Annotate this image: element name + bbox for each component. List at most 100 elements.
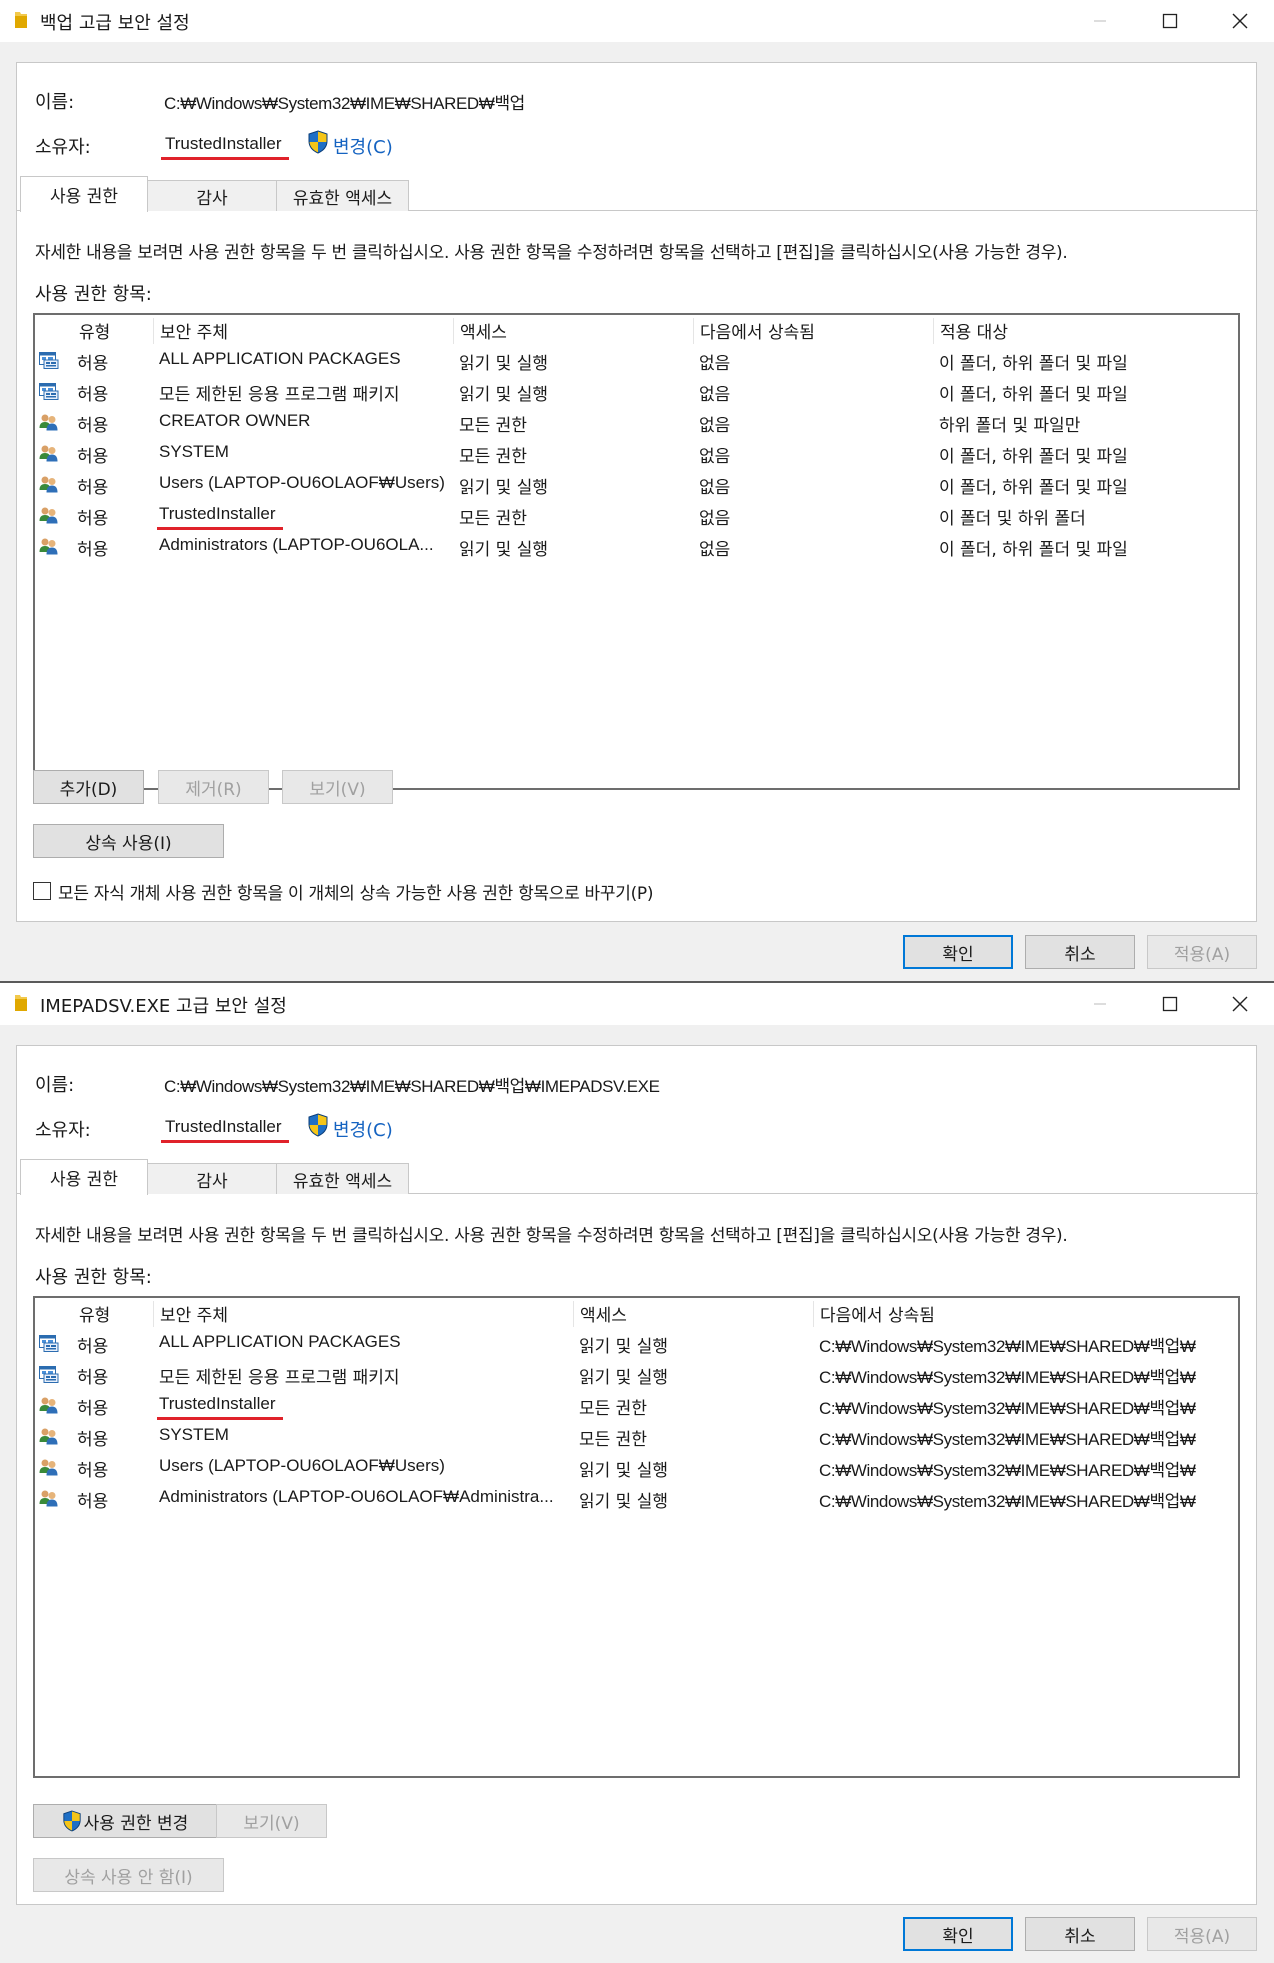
- advanced-security-dialog-imepadsv: IMEPADSV.EXE 고급 보안 설정 이름: C:₩Windows₩Sys…: [0, 983, 1274, 1963]
- table-row[interactable]: 허용 Users (LAPTOP-OU6OLAOF₩Users) 읽기 및 실행…: [35, 473, 1238, 498]
- advanced-security-dialog-backup: 백업 고급 보안 설정 이름: C:₩Windows₩System32₩IME₩…: [0, 0, 1274, 981]
- add-button[interactable]: 추가(D): [33, 770, 144, 804]
- permission-entries-label: 사용 권한 항목:: [35, 284, 152, 305]
- row-inherited-from: 없음: [699, 478, 731, 498]
- table-row[interactable]: 허용 모든 제한된 응용 프로그램 패키지 읽기 및 실행 C:₩Windows…: [35, 1363, 1238, 1388]
- row-type: 허용: [77, 1399, 109, 1419]
- uac-shield-icon: [62, 1810, 82, 1832]
- column-header-type[interactable]: 유형: [73, 318, 110, 344]
- row-inherited-from: 없음: [699, 416, 731, 436]
- row-type: 허용: [77, 416, 109, 436]
- users-icon: [39, 1427, 59, 1445]
- row-access: 읽기 및 실행: [459, 478, 549, 498]
- remove-button[interactable]: 제거(R): [158, 770, 269, 804]
- row-type: 허용: [77, 1368, 109, 1388]
- column-header-inherited-from[interactable]: 다음에서 상속됨: [813, 1301, 935, 1327]
- row-inherited-from: 없음: [699, 447, 731, 467]
- cancel-button[interactable]: 취소: [1025, 1917, 1135, 1951]
- enable-inheritance-button[interactable]: 상속 사용(I): [33, 824, 224, 858]
- change-permissions-button[interactable]: 사용 권한 변경: [33, 1804, 217, 1838]
- tab-permissions[interactable]: 사용 권한: [20, 176, 148, 212]
- row-type: 허용: [77, 1430, 109, 1450]
- column-header-inherited-from[interactable]: 다음에서 상속됨: [693, 318, 815, 344]
- row-type: 허용: [77, 447, 109, 467]
- tab-effective-access[interactable]: 유효한 액세스: [276, 180, 409, 211]
- apply-button[interactable]: 적용(A): [1147, 935, 1257, 969]
- column-header-applies-to[interactable]: 적용 대상: [933, 318, 1008, 344]
- table-row[interactable]: 허용 모든 제한된 응용 프로그램 패키지 읽기 및 실행 없음 이 폴더, 하…: [35, 380, 1238, 405]
- view-button[interactable]: 보기(V): [282, 770, 393, 804]
- users-icon: [39, 1458, 59, 1476]
- tab-permissions[interactable]: 사용 권한: [20, 1159, 148, 1195]
- maximize-icon: [1162, 13, 1178, 29]
- view-button[interactable]: 보기(V): [216, 1804, 327, 1838]
- package-icon: [39, 1334, 59, 1352]
- name-label: 이름:: [35, 92, 75, 113]
- table-row[interactable]: 허용 TrustedInstaller 모든 권한 C:₩Windows₩Sys…: [35, 1394, 1238, 1420]
- minimize-button[interactable]: [1065, 0, 1135, 42]
- row-type: 허용: [77, 1461, 109, 1481]
- row-access: 읽기 및 실행: [579, 1337, 669, 1357]
- row-inherited-from: C:₩Windows₩System32₩IME₩SHARED₩백업₩: [819, 1430, 1196, 1449]
- disable-inheritance-button[interactable]: 상속 사용 안 함(I): [33, 1858, 224, 1892]
- trustedinstaller-highlight-underline: [157, 527, 283, 530]
- table-row[interactable]: 허용 Administrators (LAPTOP-OU6OLA... 읽기 및…: [35, 535, 1238, 560]
- column-header-principal[interactable]: 보안 주체: [153, 318, 228, 344]
- tab-auditing[interactable]: 감사: [147, 180, 277, 211]
- maximize-button[interactable]: [1135, 983, 1205, 1025]
- minimize-button[interactable]: [1065, 983, 1135, 1025]
- ok-button[interactable]: 확인: [903, 1917, 1013, 1951]
- table-row[interactable]: 허용 SYSTEM 모든 권한 C:₩Windows₩System32₩IME₩…: [35, 1425, 1238, 1450]
- row-access: 모든 권한: [459, 509, 527, 529]
- tab-auditing[interactable]: 감사: [147, 1163, 277, 1194]
- row-principal: ALL APPLICATION PACKAGES: [159, 1332, 401, 1351]
- permission-entries-list[interactable]: 유형 보안 주체 액세스 다음에서 상속됨 허용 ALL APPLICATION…: [33, 1296, 1240, 1778]
- cancel-button[interactable]: 취소: [1025, 935, 1135, 969]
- table-row[interactable]: 허용 TrustedInstaller 모든 권한 없음 이 폴더 및 하위 폴…: [35, 504, 1238, 530]
- change-owner-link[interactable]: 변경(C): [333, 133, 393, 159]
- row-principal: 모든 제한된 응용 프로그램 패키지: [159, 1368, 400, 1388]
- row-principal: SYSTEM: [159, 1425, 229, 1444]
- table-row[interactable]: 허용 ALL APPLICATION PACKAGES 읽기 및 실행 없음 이…: [35, 349, 1238, 374]
- row-access: 읽기 및 실행: [459, 385, 549, 405]
- row-inherited-from: C:₩Windows₩System32₩IME₩SHARED₩백업₩: [819, 1337, 1196, 1356]
- table-row[interactable]: 허용 SYSTEM 모든 권한 없음 이 폴더, 하위 폴더 및 파일: [35, 442, 1238, 467]
- cancel-button-label: 취소: [1064, 1926, 1096, 1947]
- apply-button-label: 적용(A): [1173, 944, 1231, 965]
- name-value: C:₩Windows₩System32₩IME₩SHARED₩백업₩IMEPAD…: [164, 1077, 660, 1096]
- table-row[interactable]: 허용 CREATOR OWNER 모든 권한 없음 하위 폴더 및 파일만: [35, 411, 1238, 436]
- close-icon: [1232, 996, 1248, 1012]
- column-header-access[interactable]: 액세스: [573, 1301, 627, 1327]
- tab-effective-access[interactable]: 유효한 액세스: [276, 1163, 409, 1194]
- row-access: 읽기 및 실행: [579, 1368, 669, 1388]
- permission-entries-list[interactable]: 유형 보안 주체 액세스 다음에서 상속됨 적용 대상 허용 ALL APPLI…: [33, 313, 1240, 790]
- close-button[interactable]: [1205, 0, 1274, 42]
- row-principal: Users (LAPTOP-OU6OLAOF₩Users): [159, 1456, 445, 1475]
- change-owner-link[interactable]: 변경(C): [333, 1116, 393, 1142]
- owner-label: 소유자:: [35, 137, 91, 158]
- table-row[interactable]: 허용 ALL APPLICATION PACKAGES 읽기 및 실행 C:₩W…: [35, 1332, 1238, 1357]
- row-inherited-from: C:₩Windows₩System32₩IME₩SHARED₩백업₩: [819, 1368, 1196, 1387]
- maximize-button[interactable]: [1135, 0, 1205, 42]
- apply-button[interactable]: 적용(A): [1147, 1917, 1257, 1951]
- column-header-access[interactable]: 액세스: [453, 318, 507, 344]
- table-row[interactable]: 허용 Administrators (LAPTOP-OU6OLAOF₩Admin…: [35, 1487, 1238, 1512]
- ok-button[interactable]: 확인: [903, 935, 1013, 969]
- package-icon: [39, 1365, 59, 1383]
- title-bar: 백업 고급 보안 설정: [0, 0, 1274, 42]
- view-button-label: 보기(V): [243, 1813, 300, 1834]
- owner-highlight-underline: [161, 1140, 289, 1143]
- row-type: 허용: [77, 540, 109, 560]
- row-access: 읽기 및 실행: [579, 1492, 669, 1512]
- column-header-type[interactable]: 유형: [73, 1301, 110, 1327]
- ok-button-label: 확인: [942, 944, 974, 965]
- row-principal: TrustedInstaller: [159, 1394, 276, 1413]
- table-row[interactable]: 허용 Users (LAPTOP-OU6OLAOF₩Users) 읽기 및 실행…: [35, 1456, 1238, 1481]
- replace-child-permissions-checkbox[interactable]: [33, 882, 51, 900]
- package-icon: [39, 382, 59, 400]
- row-inherited-from: 없음: [699, 509, 731, 529]
- close-button[interactable]: [1205, 983, 1274, 1025]
- row-inherited-from: 없음: [699, 354, 731, 374]
- folder-icon: [14, 993, 28, 1012]
- column-header-principal[interactable]: 보안 주체: [153, 1301, 228, 1327]
